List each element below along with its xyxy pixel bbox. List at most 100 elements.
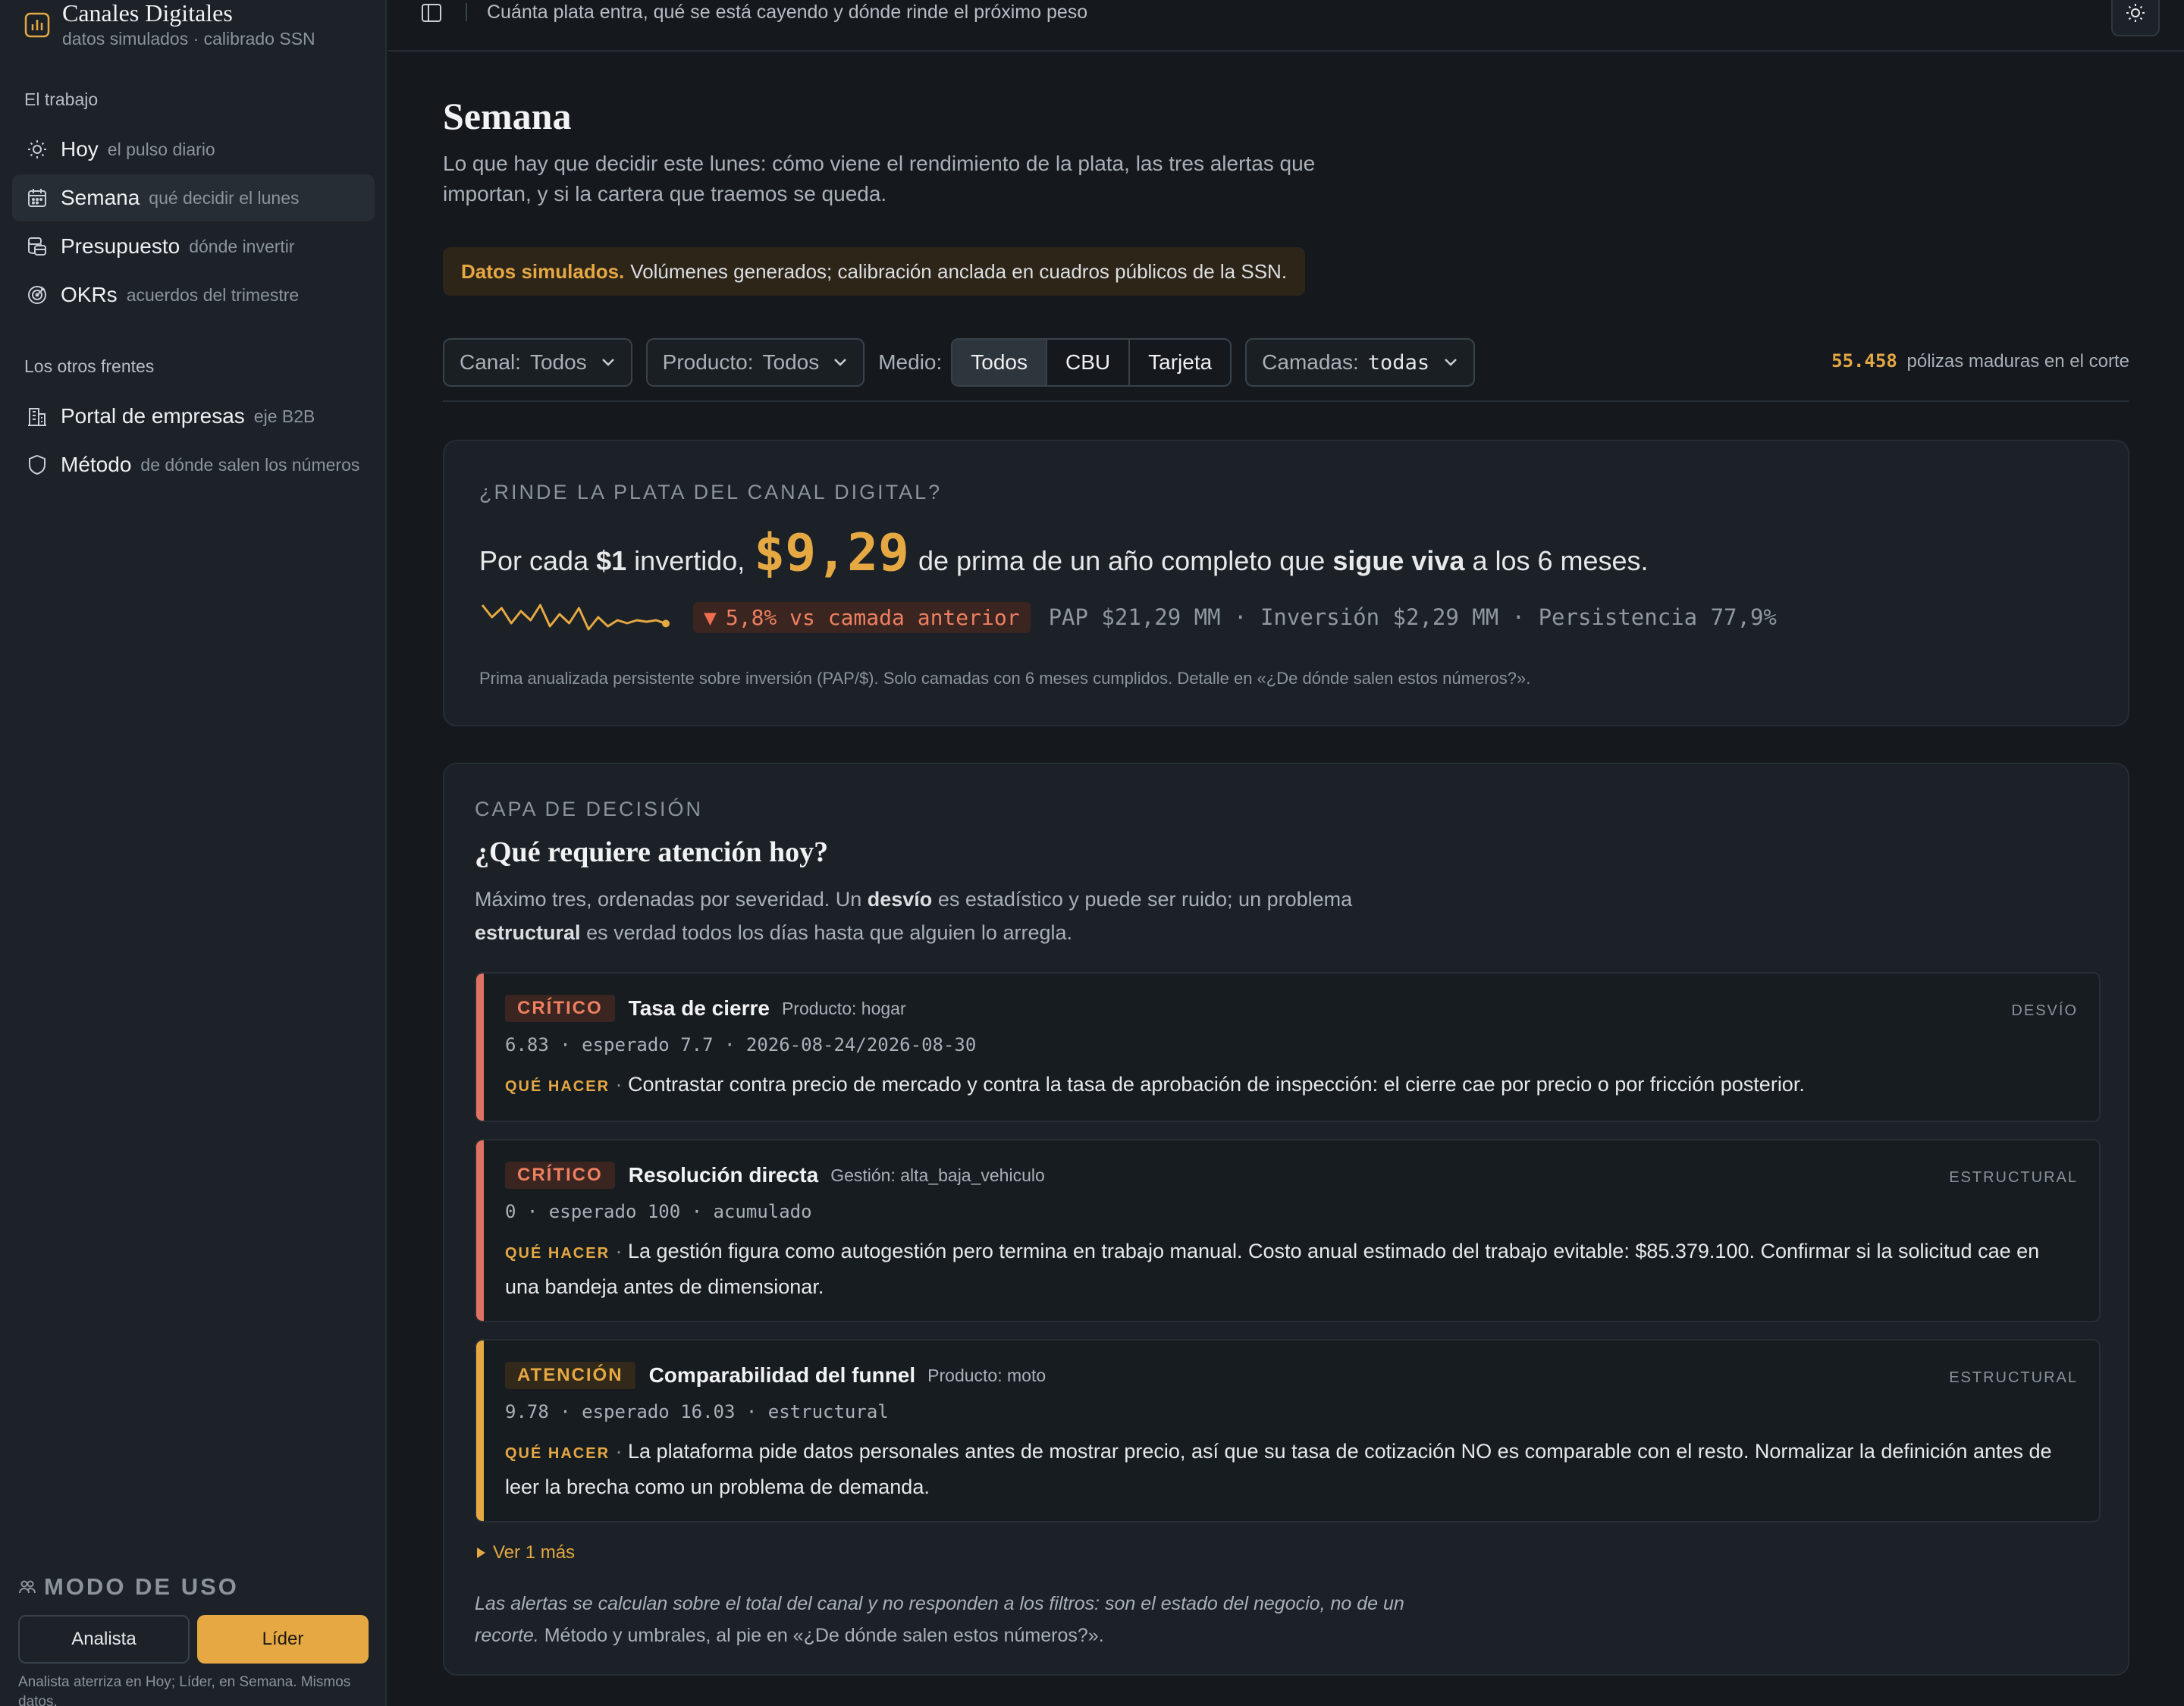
lider-button[interactable]: Líder bbox=[197, 1615, 369, 1664]
producto-value: Todos bbox=[762, 350, 820, 374]
producto-dropdown[interactable]: Producto: Todos bbox=[645, 338, 865, 387]
alert-context: Producto: hogar bbox=[781, 998, 906, 1018]
decision-description: Máximo tres, ordenadas por severidad. Un… bbox=[475, 883, 1461, 949]
sidebar: Canales Digitales datos simulados · cali… bbox=[0, 0, 387, 1706]
down-triangle-icon: ▼ bbox=[704, 604, 717, 630]
sidebar-item-hint: el pulso diario bbox=[107, 139, 215, 159]
delta-text: 5,8% vs camada anterior bbox=[725, 604, 1020, 630]
producto-label: Producto: bbox=[662, 350, 754, 374]
sidebar-item-metodo[interactable]: Método de dónde salen los números bbox=[12, 441, 375, 488]
que-hacer-label: QUÉ HACER bbox=[505, 1245, 610, 1262]
closing-rest: Método y umbrales, al pie en «¿De dónde … bbox=[544, 1625, 1104, 1646]
alert-action: QUÉ HACER · Contrastar contra precio de … bbox=[505, 1073, 1805, 1096]
que-hacer-label: QUÉ HACER bbox=[505, 1078, 610, 1095]
alert-type: ESTRUCTURAL bbox=[1949, 1169, 2078, 1186]
desc-bold-desvio: desvío bbox=[867, 888, 933, 911]
alert-context: Gestión: alta_baja_vehiculo bbox=[830, 1165, 1045, 1185]
alert-type: ESTRUCTURAL bbox=[1949, 1369, 2078, 1386]
headline-pre: Por cada bbox=[479, 545, 589, 576]
rinde-card: ¿RINDE LA PLATA DEL CANAL DIGITAL? Por c… bbox=[443, 440, 2129, 726]
alert-header: ATENCIÓN Comparabilidad del funnel Produ… bbox=[505, 1362, 1046, 1389]
alert-type: DESVÍO bbox=[2011, 1002, 2078, 1019]
canal-value: Todos bbox=[529, 350, 587, 374]
alert-card[interactable]: CRÍTICO Resolución directa Gestión: alta… bbox=[475, 1139, 2101, 1322]
nav-section-work: El trabajo bbox=[24, 89, 99, 109]
mode-title-text: MODO DE USO bbox=[44, 1573, 239, 1600]
rinde-headline: Por cada $1 invertido, $9,29 de prima de… bbox=[479, 523, 1649, 583]
closing-note: Las alertas se calculan sobre el total d… bbox=[475, 1588, 1430, 1651]
canal-dropdown[interactable]: Canal: Todos bbox=[443, 338, 632, 387]
sidebar-item-label: Portal de empresas bbox=[61, 404, 245, 428]
camadas-dropdown[interactable]: Camadas: todas bbox=[1245, 338, 1476, 387]
analista-button[interactable]: Analista bbox=[18, 1615, 190, 1664]
sidebar-toggle-icon[interactable] bbox=[420, 2, 443, 24]
alert-title: Tasa de cierre bbox=[628, 996, 770, 1020]
alert-action: QUÉ HACER · La plataforma pide datos per… bbox=[505, 1440, 2052, 1498]
sidebar-item-hoy[interactable]: Hoy el pulso diario bbox=[12, 126, 375, 173]
sidebar-item-label: OKRs bbox=[61, 283, 118, 306]
sidebar-item-portal[interactable]: Portal de empresas eje B2B bbox=[12, 393, 375, 440]
sparkline-chart bbox=[481, 604, 670, 631]
divider bbox=[443, 400, 2129, 402]
severity-badge: ATENCIÓN bbox=[505, 1362, 635, 1389]
sparkline-last-point bbox=[662, 619, 670, 628]
sidebar-item-hint: dónde invertir bbox=[189, 236, 295, 256]
camadas-value: todas bbox=[1367, 350, 1430, 375]
sidebar-item-hint: eje B2B bbox=[253, 406, 315, 426]
alert-stats: 0 · esperado 100 · acumulado bbox=[505, 1201, 812, 1222]
app-title: Canales Digitales bbox=[62, 0, 233, 27]
metrics-line: PAP $21,29 MM · Inversión $2,29 MM · Per… bbox=[1048, 604, 1777, 630]
decision-eyebrow: CAPA DE DECISIÓN bbox=[475, 798, 704, 820]
theme-toggle-button[interactable] bbox=[2111, 0, 2160, 36]
alert-stats: 9.78 · esperado 16.03 · estructural bbox=[505, 1401, 889, 1422]
app-subtitle: datos simulados · calibrado SSN bbox=[62, 29, 315, 49]
medio-option-tarjeta[interactable]: Tarjeta bbox=[1130, 340, 1230, 385]
que-hacer-label: QUÉ HACER bbox=[505, 1445, 610, 1462]
bar-chart-icon bbox=[24, 12, 50, 38]
users-icon bbox=[19, 1580, 36, 1594]
sidebar-item-label: Hoy bbox=[61, 137, 99, 161]
sidebar-item-hint: qué decidir el lunes bbox=[149, 187, 300, 208]
desc-part: es estadístico y puede ser ruido; un pro… bbox=[937, 888, 1353, 911]
medio-segmented-control: Todos CBU Tarjeta bbox=[951, 338, 1232, 387]
mode-note: Analista aterriza en Hoy; Líder, en Sema… bbox=[18, 1674, 351, 1706]
alert-stats: 6.83 · esperado 7.7 · 2026-08-24/2026-08… bbox=[505, 1034, 977, 1055]
chevron-down-icon bbox=[834, 359, 847, 366]
sidebar-item-presupuesto[interactable]: Presupuesto dónde invertir bbox=[12, 223, 375, 270]
brand[interactable]: Canales Digitales datos simulados · cali… bbox=[24, 0, 315, 49]
building-icon bbox=[28, 408, 46, 426]
sidebar-item-semana[interactable]: Semana qué decidir el lunes bbox=[12, 174, 375, 221]
sparkline-series bbox=[481, 604, 667, 631]
alert-action-text: Contrastar contra precio de mercado y co… bbox=[628, 1073, 1805, 1096]
medio-option-todos[interactable]: Todos bbox=[952, 340, 1047, 385]
shield-icon bbox=[29, 454, 46, 475]
desc-part: Máximo tres, ordenadas por severidad. Un bbox=[475, 888, 862, 911]
desc-part: es verdad todos los días hasta que algui… bbox=[586, 921, 1072, 944]
sidebar-item-okrs[interactable]: OKRs acuerdos del trimestre bbox=[12, 271, 375, 318]
alert-header: CRÍTICO Resolución directa Gestión: alta… bbox=[505, 1162, 1045, 1189]
policies-number: 55.458 bbox=[1831, 350, 1897, 372]
severity-bar bbox=[476, 1140, 484, 1321]
alert-action-text: La plataforma pide datos personales ante… bbox=[505, 1440, 2052, 1498]
headline-mid: invertido, bbox=[634, 545, 745, 576]
chevron-down-icon bbox=[1445, 359, 1457, 366]
alert-title: Resolución directa bbox=[628, 1163, 819, 1187]
alert-card[interactable]: ATENCIÓN Comparabilidad del funnel Produ… bbox=[475, 1339, 2101, 1523]
topbar-divider bbox=[466, 3, 467, 21]
delta-badge: ▼ 5,8% vs camada anterior bbox=[693, 601, 1031, 633]
severity-badge: CRÍTICO bbox=[505, 1162, 615, 1189]
sidebar-item-hint: acuerdos del trimestre bbox=[126, 284, 300, 305]
ver-mas-toggle[interactable]: Ver 1 más bbox=[475, 1542, 575, 1563]
sun-icon bbox=[2126, 4, 2145, 22]
alert-action-text: La gestión figura como autogestión pero … bbox=[505, 1240, 2040, 1298]
sun-icon bbox=[28, 140, 46, 158]
severity-bar bbox=[476, 1341, 484, 1521]
alert-card[interactable]: CRÍTICO Tasa de cierre Producto: hogar D… bbox=[475, 972, 2101, 1122]
mode-title: MODO DE USO bbox=[18, 1573, 239, 1601]
caret-right-icon bbox=[477, 1548, 485, 1558]
banner-bold: Datos simulados. bbox=[461, 259, 625, 283]
page-title: Semana bbox=[443, 95, 572, 137]
alert-title: Comparabilidad del funnel bbox=[648, 1363, 916, 1387]
medio-option-cbu[interactable]: CBU bbox=[1047, 340, 1131, 385]
simulated-data-banner: Datos simulados. Volúmenes generados; ca… bbox=[443, 247, 1306, 296]
